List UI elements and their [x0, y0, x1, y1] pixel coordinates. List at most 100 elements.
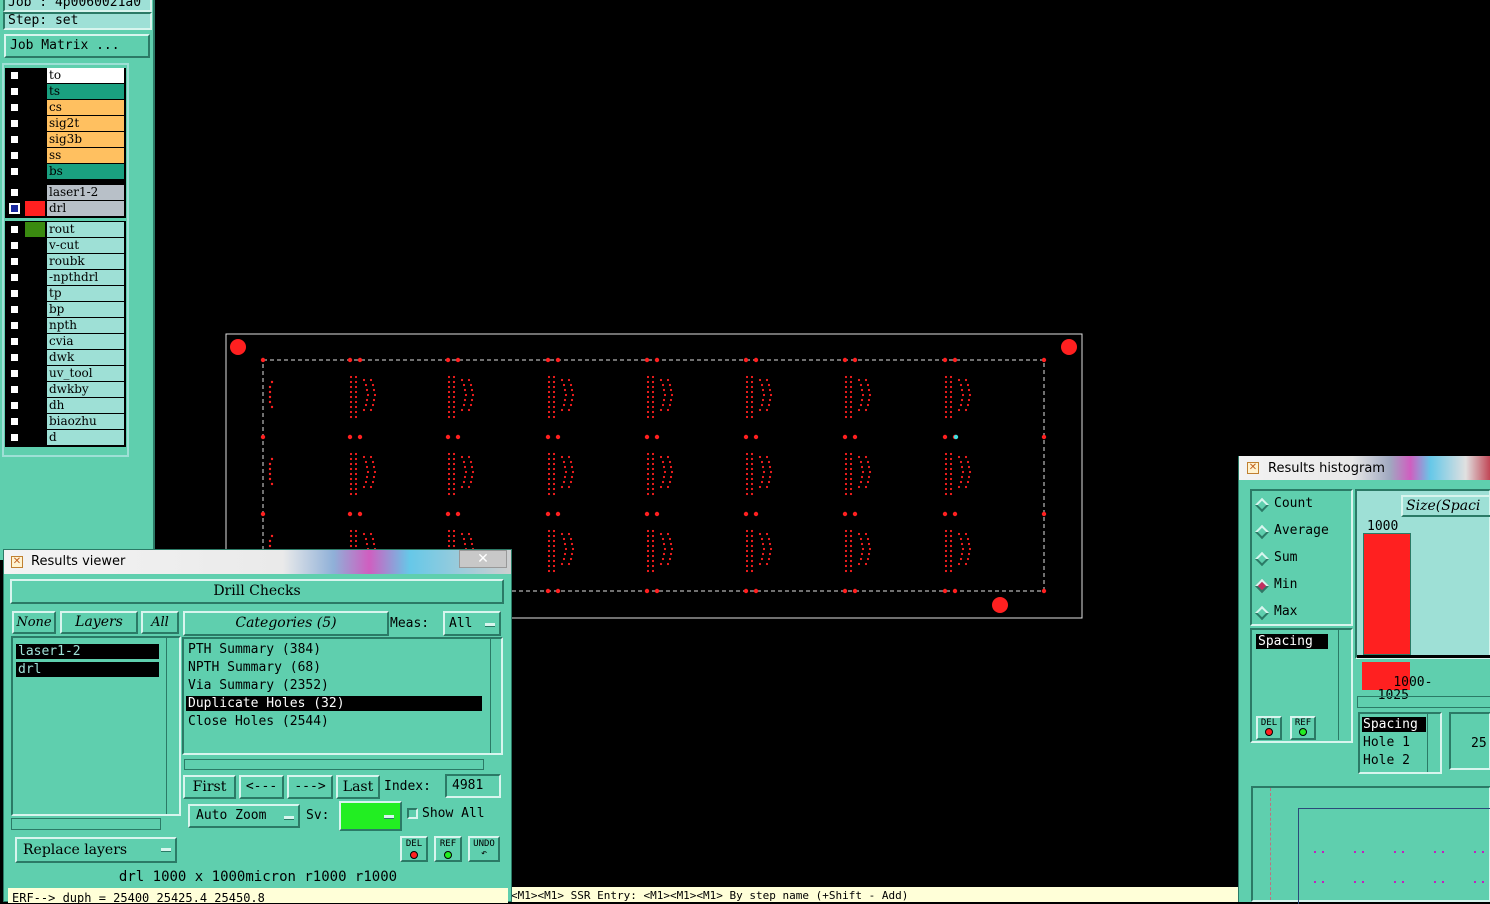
drill-hole: [844, 529, 848, 533]
drill-hole: [942, 511, 948, 517]
drill-hole: [760, 383, 764, 387]
drill-hole: [469, 537, 473, 541]
drill-hole: [849, 395, 853, 399]
horizontal-scrollbar[interactable]: [11, 818, 161, 830]
drill-hole: [669, 542, 673, 546]
drill-hole: [452, 390, 456, 394]
drill-hole: [967, 388, 971, 392]
drill-hole: [761, 398, 765, 402]
drill-hole: [957, 455, 961, 459]
stat-option-label[interactable]: Count: [1274, 496, 1313, 511]
hist-ref-button[interactable]: REF: [1290, 716, 1316, 740]
auto-zoom-dropdown[interactable]: Auto Zoom: [188, 804, 300, 828]
horizontal-scrollbar[interactable]: [184, 759, 484, 770]
radio-average-icon[interactable]: [1254, 524, 1270, 540]
layer-result-item[interactable]: drl: [16, 662, 159, 677]
drill-hole: [944, 375, 948, 379]
show-all-checkbox[interactable]: [407, 808, 418, 819]
radio-min-icon[interactable]: [1254, 578, 1270, 594]
drill-hole: [944, 477, 948, 481]
drill-hole: [349, 410, 353, 414]
drill-hole: [552, 492, 556, 496]
sv-color-dropdown[interactable]: [339, 801, 402, 831]
results-viewer-titlebar[interactable]: ✕ Results viewer ✕: [4, 550, 511, 574]
vertical-scrollbar[interactable]: [166, 638, 179, 814]
ref-button[interactable]: REF: [434, 836, 462, 862]
replace-layers-dropdown[interactable]: Replace layers: [15, 837, 177, 863]
drill-hole: [354, 539, 358, 543]
vertical-scrollbar[interactable]: [1427, 714, 1439, 772]
drill-hole: [349, 380, 353, 384]
stat-option-label[interactable]: Max: [1274, 604, 1297, 619]
radio-sum-icon[interactable]: [1254, 551, 1270, 567]
tooling-hole: [230, 339, 246, 355]
stat-option-label[interactable]: Min: [1274, 577, 1297, 592]
category-item[interactable]: Close Holes (2544): [186, 714, 482, 729]
close-icon[interactable]: ✕: [459, 550, 507, 568]
categories-button[interactable]: Categories (5): [183, 611, 389, 636]
drill-hole: [761, 542, 765, 546]
drill-hole: [460, 455, 464, 459]
drill-hole: [347, 434, 353, 440]
first-button[interactable]: First: [183, 775, 236, 799]
histogram-bar[interactable]: [1363, 533, 1411, 655]
category-item[interactable]: NPTH Summary (68): [186, 660, 482, 675]
drill-hole: [750, 457, 754, 461]
drill-hole: [260, 434, 266, 440]
drill-hole: [547, 385, 551, 389]
drill-hole: [357, 511, 363, 517]
drill-hole: [844, 452, 848, 456]
meas-dropdown[interactable]: All: [443, 611, 501, 636]
drill-hole: [753, 434, 759, 440]
drill-hole: [769, 547, 773, 551]
index-field[interactable]: 4981: [445, 774, 501, 798]
all-layers-button[interactable]: All: [141, 611, 179, 634]
category-item[interactable]: Duplicate Holes (32): [186, 696, 482, 711]
horizontal-scrollbar[interactable]: [1357, 696, 1490, 708]
radio-max-icon[interactable]: [1254, 605, 1270, 621]
next-button[interactable]: --->: [287, 775, 333, 799]
drill-hole: [844, 534, 848, 538]
drill-hole: [560, 455, 564, 459]
drill-hole: [447, 385, 451, 389]
undo-button[interactable]: UNDO ↶: [468, 836, 500, 862]
radio-count-icon[interactable]: [1254, 497, 1270, 513]
drill-hole: [944, 544, 948, 548]
drill-hole: [562, 480, 566, 484]
drill-hole: [354, 415, 358, 419]
results-histogram-titlebar[interactable]: ✕ Results histogram: [1239, 456, 1490, 480]
drill-hole: [745, 395, 749, 399]
drill-hole: [268, 385, 272, 389]
detail-list: Spacing Hole 1 Hole 2: [1358, 712, 1442, 774]
drill-hole: [867, 552, 871, 556]
drill-hole: [651, 549, 655, 553]
drill-hole: [857, 408, 861, 412]
drill-hole: [569, 480, 573, 484]
layer-result-item[interactable]: laser1-2: [16, 644, 159, 659]
none-button[interactable]: None: [12, 611, 56, 634]
stat-option-label[interactable]: Sum: [1274, 550, 1297, 565]
vertical-scrollbar[interactable]: [1338, 630, 1350, 740]
drill-hole: [547, 472, 551, 476]
category-item[interactable]: PTH Summary (384): [186, 642, 482, 657]
category-item[interactable]: Via Summary (2352): [186, 678, 482, 693]
drill-hole: [849, 492, 853, 496]
drill-hole: [547, 477, 551, 481]
layers-button[interactable]: Layers: [60, 611, 138, 634]
last-button[interactable]: Last: [336, 775, 380, 799]
drill-hole: [842, 434, 848, 440]
sv-label: Sv:: [306, 808, 330, 823]
del-button[interactable]: DEL: [400, 836, 428, 862]
drill-hole: [849, 415, 853, 419]
hist-del-button[interactable]: DEL: [1256, 716, 1282, 740]
drill-hole: [570, 542, 574, 546]
previous-button[interactable]: <---: [239, 775, 284, 799]
vertical-scrollbar[interactable]: [490, 639, 501, 753]
drill-hole: [964, 455, 968, 459]
drill-hole: [362, 485, 366, 489]
stat-option-label[interactable]: Average: [1274, 523, 1329, 538]
drill-hole: [949, 487, 953, 491]
list-item-spacing[interactable]: Spacing: [1256, 634, 1328, 649]
drill-hole: [957, 562, 961, 566]
drill-hole: [866, 557, 870, 561]
